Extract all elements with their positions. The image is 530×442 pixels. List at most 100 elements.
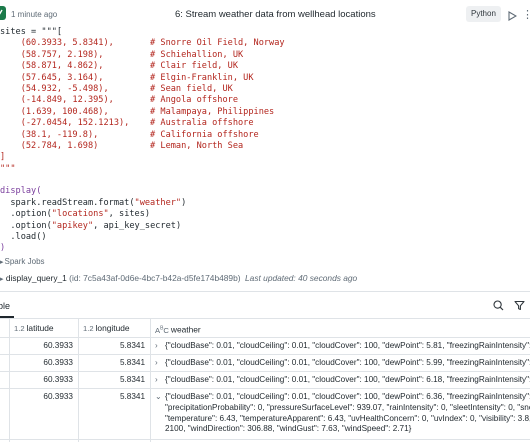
code-token: # Angola offshore — [150, 95, 239, 106]
code-line: ) — [0, 243, 530, 254]
stream-toggle-icon[interactable]: ▸ — [0, 276, 4, 283]
latitude-cell[interactable]: 60.3933 — [10, 372, 79, 388]
weather-json: {"cloudBase": 0.01, "cloudCeiling": 0.01… — [165, 392, 530, 401]
code-token: .option( — [0, 209, 52, 220]
code-token: , api_key_secret) — [93, 220, 182, 231]
last-updated: Last updated: 40 seconds ago — [245, 273, 358, 283]
code-token: (1.639, 100.468), — [0, 106, 151, 117]
expand-icon: ▸ — [0, 259, 4, 266]
code-line: (-27.0454, 152.1213), # Australia offsho… — [0, 118, 530, 129]
code-line: (57.645, 3.164), # Elgin-Franklin, UK — [0, 73, 530, 84]
latitude-cell[interactable]: 60.3933 — [10, 389, 79, 439]
spark-jobs-toggle[interactable]: ▸Spark Jobs — [0, 257, 45, 266]
chevron-right-icon[interactable]: › — [155, 355, 165, 371]
weather-json: {"cloudBase": 0.01, "cloudCeiling": 0.01… — [165, 375, 530, 384]
code-token: (-27.0454, 152.1213), — [0, 118, 151, 129]
code-token: # Malampaya, Philippines — [150, 106, 275, 117]
code-token: (58.871, 4.862), — [0, 61, 151, 72]
code-token: (57.645, 3.164), — [0, 72, 151, 83]
table-row[interactable]: 60.3933 5.8341 › {"cloudBase": 0.01, "cloud… — [0, 372, 530, 389]
code-token: ) — [181, 197, 187, 208]
latitude-cell[interactable]: 60.3933 — [10, 355, 79, 371]
longitude-cell[interactable]: 5.8341 — [79, 389, 151, 439]
code-token: "weather" — [134, 197, 182, 208]
code-line: spark.readStream.format("weather") — [0, 198, 530, 209]
weather-cell[interactable]: › {"cloudBase": 0.01, "cloudCeiling": 0.0… — [151, 372, 530, 388]
code-token: display( — [0, 186, 42, 197]
header-latitude-label: latitude — [26, 323, 54, 333]
code-line: sites = """[ — [0, 27, 530, 38]
latitude-cell[interactable]: 60.3933 — [10, 338, 79, 354]
code-token: (38.1, -119.8), — [0, 129, 151, 140]
cell-title[interactable]: 6: Stream weather data from wellhead loc… — [175, 9, 376, 20]
code-token: spark.readStream.format( — [0, 197, 135, 208]
tab-table[interactable]: ble — [0, 296, 10, 316]
table-row[interactable]: 60.3933 5.8341 › {"cloudBase": 0.01, "cloud… — [0, 355, 530, 372]
code-token: "locations" — [51, 209, 109, 220]
code-token: # California offshore — [150, 129, 259, 140]
header-latitude[interactable]: 1.2 latitude — [10, 319, 79, 338]
chevron-right-icon[interactable]: › — [155, 338, 165, 354]
type-decimal-icon: 1.2 — [83, 324, 94, 333]
chevron-right-icon[interactable]: › — [155, 372, 165, 388]
chevron-down-icon[interactable]: ⌄ — [155, 391, 165, 403]
table-row[interactable]: 60.3933 5.8341 › {"cloudBase": 0.01, "cloud… — [0, 338, 530, 355]
header-longitude[interactable]: 1.2 longitude — [79, 319, 151, 338]
more-options-icon[interactable]: ⋮ — [522, 8, 530, 21]
code-token: , sites) — [108, 209, 151, 220]
code-token: (52.784, 1.698) — [0, 140, 151, 151]
code-token: ) — [0, 243, 6, 254]
weather-json-line: ⌄ {"cloudBase": 0.01, "cloudCeiling": 0.0… — [155, 391, 530, 403]
code-token: # Snorre Oil Field, Norway — [150, 38, 285, 49]
code-token: # Leman, North Sea — [150, 140, 244, 151]
code-line: (58.757, 2.198), # Schiehallion, UK — [0, 50, 530, 61]
stream-name[interactable]: display_query_1 — [6, 273, 67, 283]
stream-status: ▸ display_query_1 (id: 7c5a43af-0d6e-4bc… — [0, 273, 530, 283]
stream-id: (id: 7c5a43af-0d6e-4bc7-b42a-d5fe174b489… — [69, 273, 241, 283]
weather-json: {"cloudBase": 0.01, "cloudCeiling": 0.01… — [165, 358, 530, 367]
code-token: (58.757, 2.198), — [0, 49, 151, 60]
code-token: # Schiehallion, UK — [150, 49, 244, 60]
table-row[interactable]: 60.3933 5.8341 ⌄ {"cloudBase": 0.01, "cloud… — [0, 389, 530, 440]
weather-cell[interactable]: ⌄ {"cloudBase": 0.01, "cloudCeiling": 0.0… — [151, 389, 530, 439]
row-index-cell — [0, 355, 10, 371]
divider — [0, 291, 530, 292]
longitude-cell[interactable]: 5.8341 — [79, 372, 151, 388]
header-weather[interactable]: ABC weather — [151, 319, 530, 338]
row-index-cell — [0, 338, 10, 354]
code-editor[interactable]: sites = """[ (60.3933, 5.8341), # Snorre… — [0, 27, 530, 255]
weather-cell[interactable]: › {"cloudBase": 0.01, "cloudCeiling": 0.0… — [151, 338, 530, 354]
language-selector[interactable]: Python — [466, 6, 501, 22]
row-index-cell — [0, 372, 10, 388]
code-token: # Clair field, UK — [150, 61, 239, 72]
code-token: sites = """[ — [0, 27, 63, 37]
longitude-cell[interactable]: 5.8341 — [79, 355, 151, 371]
code-token: # Australia offshore — [150, 118, 254, 129]
table-header: 1.2 latitude 1.2 longitude ABC weather — [0, 318, 530, 338]
run-cell-icon[interactable] — [507, 8, 518, 26]
weather-cell[interactable]: › {"cloudBase": 0.01, "cloudCeiling": 0.0… — [151, 355, 530, 371]
row-index-cell — [0, 389, 10, 439]
weather-json-line: 2100, "windDirection": 306.88, "windGust… — [165, 424, 412, 433]
weather-json-line: "temperature": 6.43, "temperatureApparen… — [165, 413, 530, 423]
type-decimal-icon: 1.2 — [14, 324, 25, 333]
code-line: (38.1, -119.8), # California offshore — [0, 130, 530, 141]
code-line: (-14.849, 12.395), # Angola offshore — [0, 95, 530, 106]
code-line: (52.784, 1.698) # Leman, North Sea — [0, 141, 530, 152]
type-string-icon: ABC — [155, 325, 169, 335]
code-token: ] — [0, 152, 6, 163]
longitude-cell[interactable]: 5.8341 — [79, 338, 151, 354]
code-token: (54.932, -5.498), — [0, 83, 151, 94]
code-token: (60.3933, 5.8341), — [0, 38, 151, 49]
code-line: display( — [0, 186, 530, 197]
header-row-index — [0, 319, 10, 338]
code-token: # Elgin-Franklin, UK — [150, 72, 254, 83]
cell-header: 1 minute ago 6: Stream weather data from… — [0, 0, 530, 30]
search-icon[interactable] — [493, 298, 504, 316]
filter-icon[interactable] — [514, 298, 525, 316]
spark-jobs-label: Spark Jobs — [4, 257, 45, 266]
code-line: """ — [0, 164, 530, 175]
code-line: .load() — [0, 232, 530, 243]
code-line: (1.639, 100.468), # Malampaya, Philippin… — [0, 107, 530, 118]
